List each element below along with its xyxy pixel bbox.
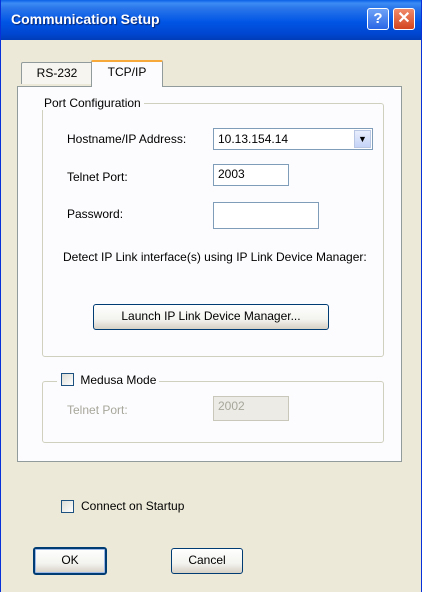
tab-tcpip[interactable]: TCP/IP	[91, 60, 163, 87]
ok-button[interactable]: OK	[33, 547, 107, 575]
medusa-mode-legend: Medusa Mode	[57, 373, 160, 388]
cancel-button[interactable]: Cancel	[171, 548, 243, 574]
title-bar[interactable]: Communication Setup ? ✕	[1, 0, 421, 40]
detect-description: Detect IP Link interface(s) using IP Lin…	[63, 250, 367, 264]
hostname-label: Hostname/IP Address:	[67, 132, 187, 146]
medusa-telnet-port-input: 2002	[213, 396, 289, 421]
launch-device-manager-label: Launch IP Link Device Manager...	[121, 309, 301, 323]
hostname-combobox[interactable]: 10.13.154.14 ▼	[213, 128, 373, 150]
password-label: Password:	[67, 207, 124, 221]
connect-on-startup-label[interactable]: Connect on Startup	[81, 499, 184, 513]
close-icon: ✕	[397, 10, 411, 27]
telnet-port-label: Telnet Port:	[67, 170, 128, 184]
connect-on-startup-checkbox[interactable]	[61, 500, 74, 513]
chevron-down-icon[interactable]: ▼	[354, 130, 371, 148]
medusa-mode-group: Medusa Mode Telnet Port: 2002	[42, 373, 384, 443]
help-button[interactable]: ?	[367, 8, 389, 30]
window-title: Communication Setup	[11, 11, 160, 27]
tab-rs232[interactable]: RS-232	[21, 62, 93, 84]
medusa-mode-label[interactable]: Medusa Mode	[80, 373, 156, 387]
port-configuration-legend: Port Configuration	[41, 96, 144, 110]
launch-device-manager-button[interactable]: Launch IP Link Device Manager...	[93, 304, 329, 330]
telnet-port-input[interactable]: 2003	[213, 164, 289, 186]
ok-label: OK	[61, 553, 79, 567]
tab-tcpip-label: TCP/IP	[107, 65, 147, 79]
close-button[interactable]: ✕	[393, 8, 415, 30]
medusa-mode-checkbox[interactable]	[61, 373, 74, 387]
password-input[interactable]	[213, 202, 319, 229]
hostname-value: 10.13.154.14	[218, 132, 289, 146]
tcpip-tab-panel: Port Configuration Hostname/IP Address: …	[17, 86, 402, 462]
cancel-label: Cancel	[188, 553, 226, 567]
question-mark-icon: ?	[373, 10, 383, 27]
communication-setup-dialog: Communication Setup ? ✕ RS-232 TCP/IP Po…	[0, 0, 422, 592]
tab-rs232-label: RS-232	[36, 66, 78, 80]
medusa-telnet-port-label: Telnet Port:	[67, 403, 128, 417]
port-configuration-group: Port Configuration Hostname/IP Address: …	[41, 96, 384, 357]
